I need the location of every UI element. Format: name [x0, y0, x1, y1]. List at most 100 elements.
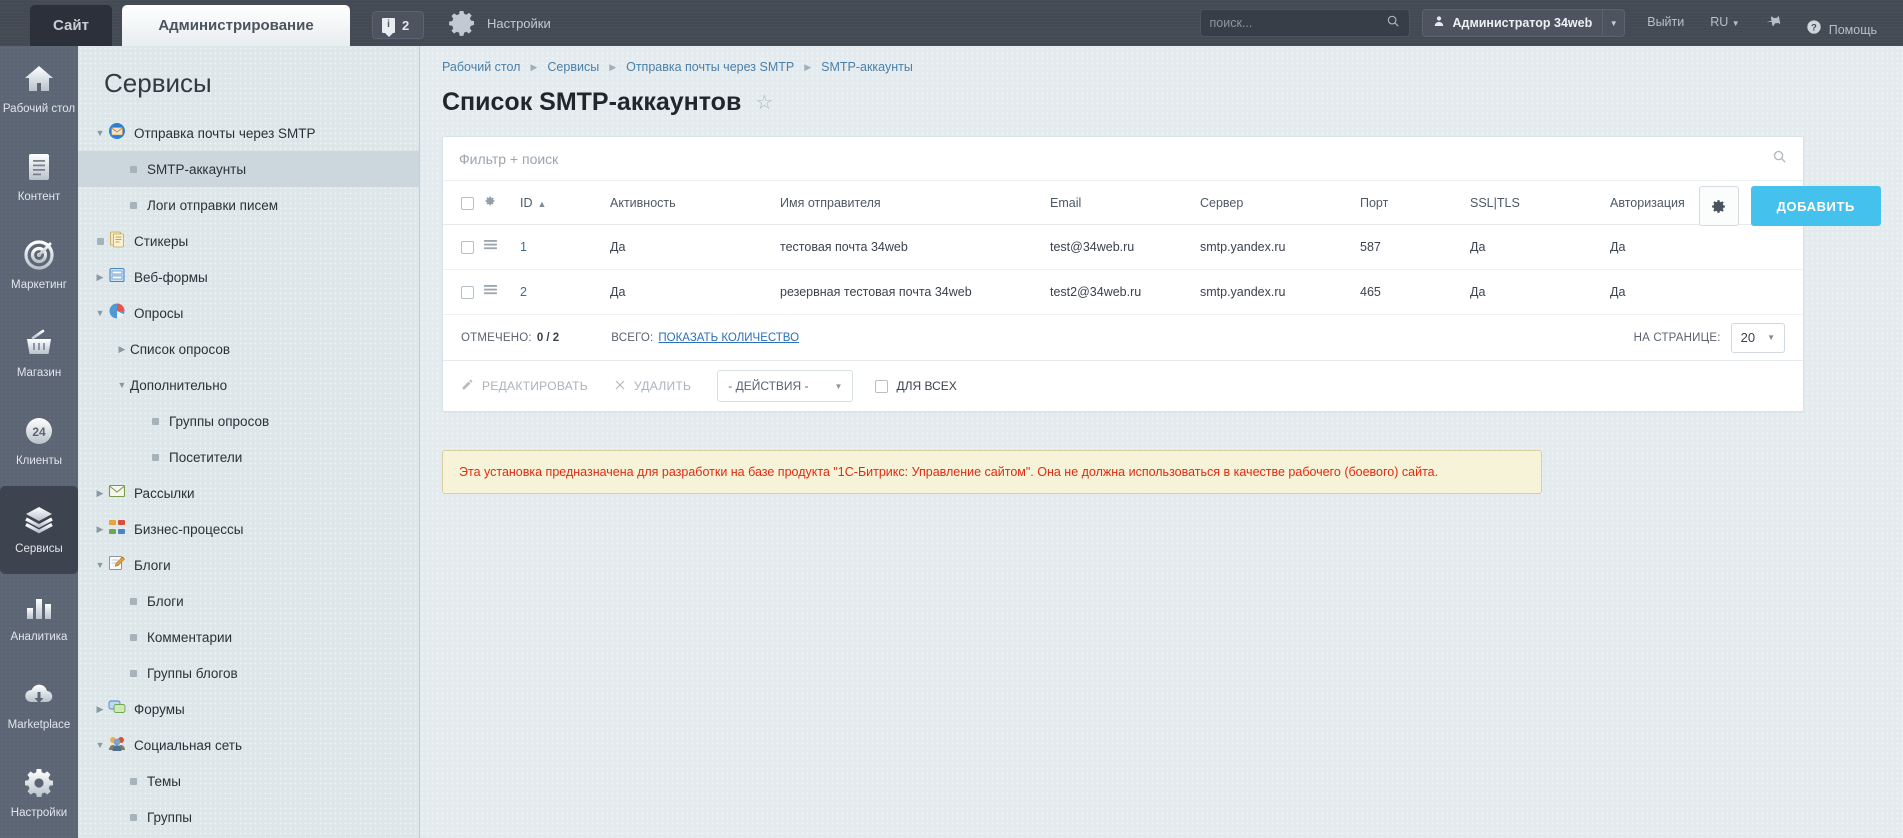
rail-item-аналитика[interactable]: Аналитика [0, 574, 78, 662]
column-header-id[interactable]: ID ▲ [510, 181, 600, 225]
favorite-star-icon[interactable]: ☆ [755, 93, 773, 113]
blog-icon [108, 554, 134, 577]
menu-item-логи-отправки-писем[interactable]: Логи отправки писем [78, 187, 419, 223]
for-all-checkbox[interactable] [875, 379, 889, 393]
per-page-label: НА СТРАНИЦЕ: [1633, 331, 1721, 344]
menu-item-веб-формы[interactable]: ▶ Веб-формы [78, 259, 419, 295]
menu-item-опросы[interactable]: ▼ Опросы [78, 295, 419, 331]
table-row[interactable]: 1 Да тестовая почта 34web test@34web.ru … [443, 224, 1803, 271]
page-title-row: Список SMTP-аккаунтов ☆ [420, 74, 1903, 117]
rail-item-настройки[interactable]: Настройки [0, 750, 78, 838]
rail-item-label: Контент [17, 191, 61, 204]
menu-item-социальная-сеть[interactable]: ▼ Социальная сеть [78, 727, 419, 763]
menu-item-label: Веб-формы [134, 269, 208, 285]
row-id-link[interactable]: 2 [520, 285, 527, 299]
chevron-down-icon[interactable]: ▼ [1602, 10, 1624, 36]
menu-item-бизнес-процессы[interactable]: ▶ Бизнес-процессы [78, 511, 419, 547]
rail-item-label: Настройки [10, 807, 68, 820]
column-header-имя-отправителя[interactable]: Имя отправителя [770, 181, 1040, 225]
filter-bar[interactable] [443, 137, 1803, 181]
menu-item-рассылки[interactable]: ▶ Рассылки [78, 475, 419, 511]
pin-icon[interactable] [1766, 13, 1782, 46]
help-link[interactable]: ? Помощь [1806, 13, 1877, 46]
menu-item-отправка-почты-через-smtp[interactable]: ▼ Отправка почты через SMTP [78, 115, 419, 151]
breadcrumb-item[interactable]: SMTP-аккаунты [821, 60, 913, 74]
column-header-активность[interactable]: Активность [600, 181, 770, 225]
chevron-right-icon[interactable]: ▶ [114, 344, 130, 355]
chevron-right-icon[interactable]: ▶ [92, 524, 108, 535]
filter-search-input[interactable] [459, 150, 1772, 167]
chevron-down-icon[interactable]: ▼ [92, 740, 108, 750]
chevron-down-icon[interactable]: ▼ [92, 128, 108, 138]
select-all-checkbox[interactable] [461, 196, 474, 210]
breadcrumb-separator: ▶ [609, 61, 617, 72]
menu-item-smtp-аккаунты[interactable]: SMTP-аккаунты [78, 151, 419, 187]
logout-link[interactable]: Выйти [1647, 15, 1684, 46]
column-header-ssl-tls[interactable]: SSL|TLS [1460, 181, 1600, 225]
menu-item-группы-блогов[interactable]: Группы блогов [78, 655, 419, 691]
chevron-right-icon[interactable]: ▶ [92, 488, 108, 499]
grid-settings-button[interactable] [1698, 186, 1739, 226]
chevron-right-icon[interactable]: ▶ [92, 272, 108, 283]
row-id-link[interactable]: 1 [520, 240, 527, 254]
settings-link[interactable]: Настройки [446, 0, 551, 46]
delete-action[interactable]: УДАЛИТЬ [614, 379, 691, 394]
actions-select[interactable]: - ДЕЙСТВИЯ - ▼ [717, 370, 854, 403]
menu-item-группы-опросов[interactable]: Группы опросов [78, 403, 419, 439]
add-button[interactable]: ДОБАВИТЬ [1750, 186, 1881, 226]
breadcrumb-item[interactable]: Рабочий стол [442, 60, 520, 74]
row-actions-menu-icon[interactable] [484, 240, 497, 254]
menu-item-группы[interactable]: Группы [78, 799, 419, 835]
menu-item-дополнительно[interactable]: ▼ Дополнительно [78, 367, 419, 403]
breadcrumb-item[interactable]: Сервисы [547, 60, 599, 74]
search-icon [1386, 14, 1400, 33]
action-bar: РЕДАКТИРОВАТЬ УДАЛИТЬ - ДЕЙСТВИЯ - ▼ ДЛЯ… [443, 361, 1803, 411]
user-menu-button[interactable]: Администратор 34web ▼ [1421, 9, 1626, 37]
row-checkbox[interactable] [461, 286, 474, 300]
chevron-down-icon[interactable]: ▼ [92, 308, 108, 318]
search-icon[interactable] [1772, 149, 1787, 169]
row-checkbox[interactable] [461, 241, 474, 255]
menu-item-список-опросов[interactable]: ▶ Список опросов [78, 331, 419, 367]
rail-item-контент[interactable]: Контент [0, 134, 78, 222]
chevron-right-icon[interactable]: ▶ [92, 704, 108, 715]
menu-item-стикеры[interactable]: Стикеры [78, 223, 419, 259]
column-header-label: Порт [1360, 195, 1389, 210]
breadcrumb-item[interactable]: Отправка почты через SMTP [626, 60, 794, 74]
rail-item-сервисы[interactable]: Сервисы [0, 486, 78, 574]
tab-administration[interactable]: Администрирование [122, 5, 350, 46]
rail-item-магазин[interactable]: Магазин [0, 310, 78, 398]
rail-item-marketplace[interactable]: Marketplace [0, 662, 78, 750]
show-total-link[interactable]: ПОКАЗАТЬ КОЛИЧЕСТВО [658, 332, 799, 344]
tab-site[interactable]: Сайт [30, 5, 112, 46]
menu-item-темы[interactable]: Темы [78, 763, 419, 799]
edit-action[interactable]: РЕДАКТИРОВАТЬ [461, 378, 588, 394]
help-label: Помощь [1828, 22, 1877, 37]
search-input[interactable] [1209, 16, 1386, 30]
rail-item-клиенты[interactable]: 24 Клиенты [0, 398, 78, 486]
per-page-select[interactable]: 20 ▼ [1730, 322, 1785, 353]
row-port-cell: 587 [1350, 224, 1460, 271]
menu-item-блоги[interactable]: Блоги [78, 583, 419, 619]
menu-item-блоги[interactable]: ▼ Блоги [78, 547, 419, 583]
table-row[interactable]: 2 Да резервная тестовая почта 34web test… [443, 269, 1803, 316]
menu-item-форумы[interactable]: ▶ Форумы [78, 691, 419, 727]
menu-item-посетители[interactable]: Посетители [78, 439, 419, 475]
menu-item-комментарии[interactable]: Комментарии [78, 619, 419, 655]
chevron-down-icon[interactable]: ▼ [92, 560, 108, 570]
icon-rail: Рабочий стол Контент Маркетинг Магазин 2… [0, 46, 78, 838]
row-actions-menu-icon[interactable] [484, 285, 497, 299]
row-active-cell: Да [600, 224, 770, 271]
global-search[interactable] [1199, 9, 1410, 37]
column-header-сервер[interactable]: Сервер [1190, 181, 1350, 225]
column-header-порт[interactable]: Порт [1350, 181, 1460, 225]
rail-item-маркетинг[interactable]: Маркетинг [0, 222, 78, 310]
for-all-checkbox-group[interactable]: ДЛЯ ВСЕХ [875, 379, 957, 393]
language-switcher[interactable]: RU ▼ [1710, 15, 1739, 46]
column-header-email[interactable]: Email [1040, 181, 1190, 225]
column-settings-header[interactable] [484, 181, 510, 225]
rail-item-label: Рабочий стол [2, 103, 76, 116]
chevron-down-icon[interactable]: ▼ [114, 380, 130, 390]
notifications-button[interactable]: i 2 [372, 11, 424, 39]
rail-item-рабочий-стол[interactable]: Рабочий стол [0, 46, 78, 134]
